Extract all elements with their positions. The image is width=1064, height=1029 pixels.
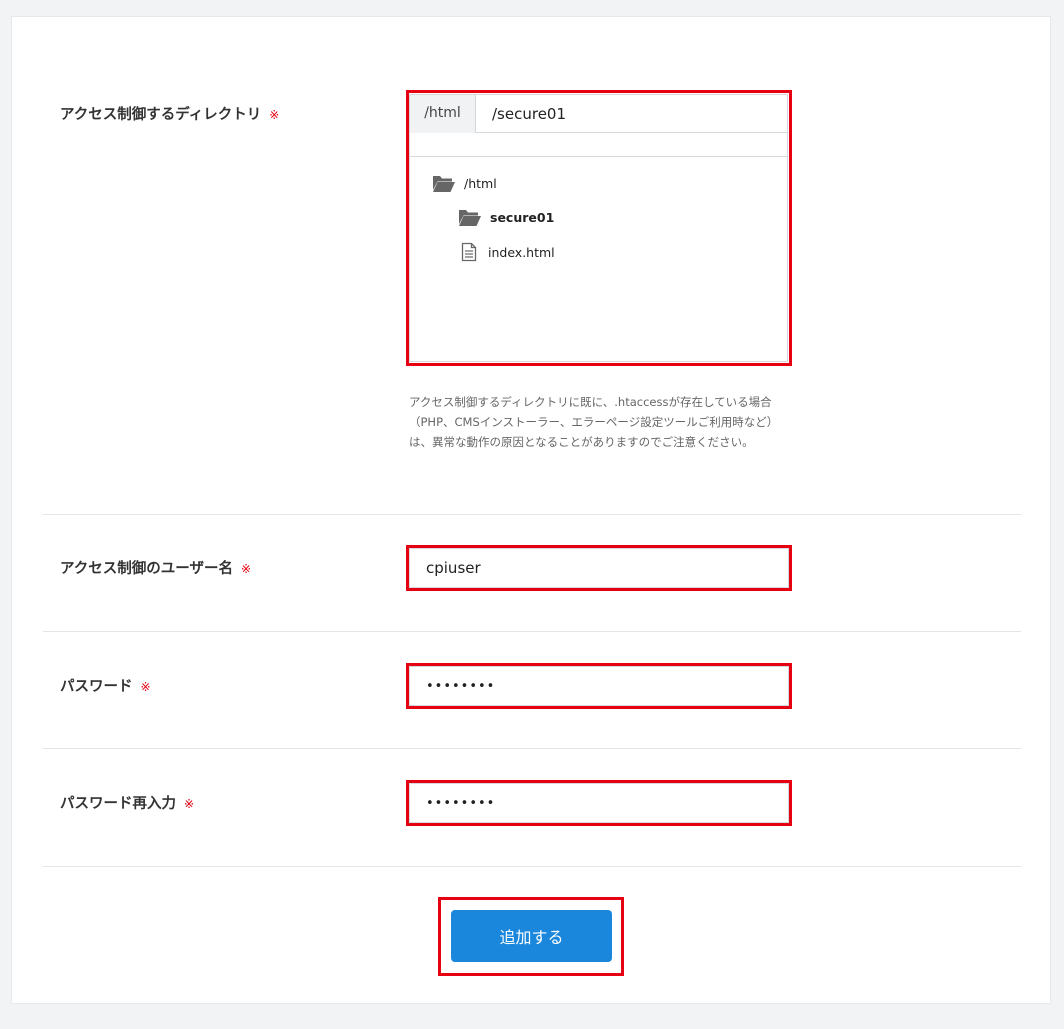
highlight-frame xyxy=(406,545,792,591)
username-label-text: アクセス制御のユーザー名 xyxy=(60,561,233,577)
highlight-frame xyxy=(438,897,624,976)
directory-label: アクセス制御するディレクトリ ※ xyxy=(60,103,279,124)
password-label: パスワード ※ xyxy=(60,675,151,696)
row-divider xyxy=(43,748,1021,749)
htaccess-note: アクセス制御するディレクトリに既に、.htaccessが存在している場合（PHP… xyxy=(409,395,779,449)
form-card: アクセス制御するディレクトリ※ /html /html secure01 ind… xyxy=(11,16,1051,1004)
highlight-frame xyxy=(406,663,792,709)
required-mark: ※ xyxy=(240,562,252,576)
password-confirm-label-text: パスワード再入力 xyxy=(60,796,176,812)
username-label: アクセス制御のユーザー名 ※ xyxy=(60,557,251,578)
row-divider xyxy=(43,631,1021,632)
password-confirm-label: パスワード再入力 ※ xyxy=(60,792,194,813)
password-label-text: パスワード xyxy=(60,679,133,695)
row-divider xyxy=(43,866,1021,867)
highlight-frame xyxy=(406,90,792,366)
highlight-frame xyxy=(406,780,792,826)
required-mark: ※ xyxy=(140,680,151,694)
directory-label-text: アクセス制御するディレクトリ xyxy=(60,107,262,123)
required-mark: ※ xyxy=(269,108,280,122)
row-divider xyxy=(43,514,1021,515)
required-mark: ※ xyxy=(184,797,195,811)
